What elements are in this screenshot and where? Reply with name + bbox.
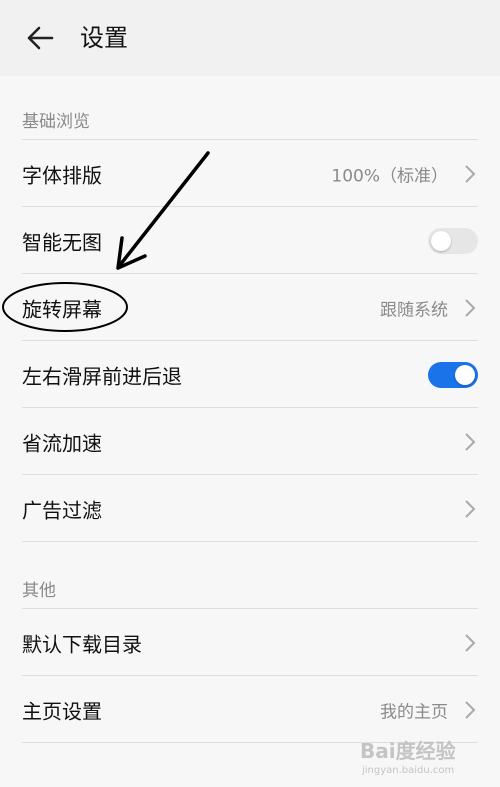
smart-no-image-toggle[interactable] xyxy=(428,227,478,254)
row-label: 广告过滤 xyxy=(22,498,102,522)
row-download-directory[interactable]: 默认下载目录 xyxy=(0,609,500,676)
row-homepage-settings[interactable]: 主页设置 我的主页 xyxy=(0,676,500,743)
watermark-url: jingyan.baidu.com xyxy=(362,765,455,776)
back-arrow-icon xyxy=(27,26,54,50)
row-ad-filter[interactable]: 广告过滤 xyxy=(0,475,500,542)
app-header: 设置 xyxy=(0,0,500,76)
row-label: 字体排版 xyxy=(22,163,102,187)
row-label: 主页设置 xyxy=(22,699,102,723)
row-label: 智能无图 xyxy=(22,230,102,254)
section-label-other: 其他 xyxy=(22,581,56,601)
toggle-knob xyxy=(455,364,475,385)
chevron-right-icon xyxy=(465,164,476,183)
row-rotate-screen[interactable]: 旋转屏幕 跟随系统 xyxy=(0,274,500,341)
row-value: 跟随系统 xyxy=(380,300,448,320)
row-label: 省流加速 xyxy=(22,431,102,455)
watermark: Bai度经验 jingyan.baidu.com xyxy=(360,735,480,781)
chevron-right-icon xyxy=(465,633,476,652)
row-swipe-navigation: 左右滑屏前进后退 xyxy=(0,341,500,408)
watermark-brand: Bai度经验 xyxy=(360,739,456,763)
section-label-basic: 基础浏览 xyxy=(22,112,90,132)
row-value: 我的主页 xyxy=(380,702,448,722)
row-label: 旋转屏幕 xyxy=(22,297,102,321)
swipe-navigation-toggle[interactable] xyxy=(428,361,478,388)
chevron-right-icon xyxy=(465,432,476,451)
chevron-right-icon xyxy=(465,499,476,518)
chevron-right-icon xyxy=(465,298,476,317)
row-data-saver[interactable]: 省流加速 xyxy=(0,408,500,475)
back-button[interactable] xyxy=(20,20,60,56)
row-label: 左右滑屏前进后退 xyxy=(22,364,182,388)
toggle-knob xyxy=(431,230,451,251)
row-font-layout[interactable]: 字体排版 100%（标准） xyxy=(0,140,500,207)
row-label: 默认下载目录 xyxy=(22,632,142,656)
divider xyxy=(22,541,478,542)
page-title: 设置 xyxy=(80,24,128,52)
row-smart-no-image: 智能无图 xyxy=(0,207,500,274)
row-value: 100%（标准） xyxy=(331,166,448,186)
chevron-right-icon xyxy=(465,700,476,719)
